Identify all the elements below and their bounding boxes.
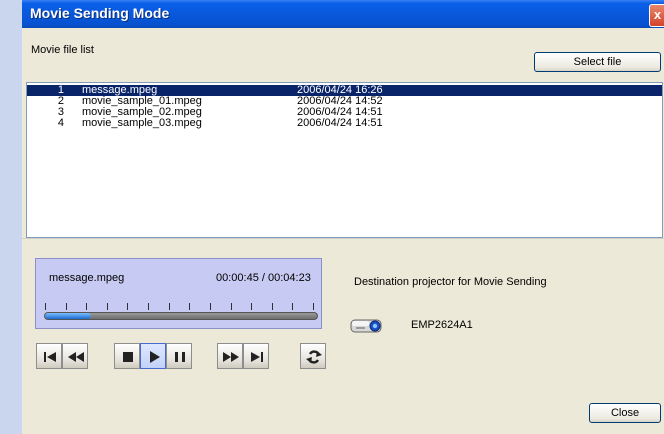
file-list-row[interactable]: 4 movie_sample_03.mpeg 2006/04/24 14:51 [27, 118, 662, 129]
projector-name: EMP2624A1 [411, 319, 473, 331]
skip-forward-icon [251, 352, 263, 362]
window-close-button[interactable]: x [649, 4, 664, 27]
close-button[interactable]: Close [589, 403, 661, 423]
timeline-tick [209, 303, 211, 310]
transport-group-playback [114, 343, 192, 369]
row-file-name: movie_sample_03.mpeg [82, 117, 202, 129]
skip-to-end-button[interactable] [243, 343, 269, 369]
repeat-button[interactable] [300, 343, 326, 369]
stop-icon [123, 352, 133, 362]
timeline-tick [230, 303, 232, 310]
row-date: 2006/04/24 14:51 [297, 117, 383, 129]
timeline-tick [106, 303, 108, 310]
skip-to-start-button[interactable] [36, 343, 62, 369]
timeline-tick [189, 303, 191, 310]
transport-group-repeat [300, 343, 326, 369]
timeline-tick [148, 303, 150, 310]
rewind-button[interactable] [62, 343, 88, 369]
movie-file-list[interactable]: 1 message.mpeg 2006/04/24 16:26 2 movie_samp… [26, 82, 663, 238]
timeline-tick [65, 303, 67, 310]
repeat-icon [306, 350, 322, 364]
timeline-tick [168, 303, 170, 310]
fast-forward-icon [223, 352, 239, 362]
fast-forward-button[interactable] [217, 343, 243, 369]
timeline-tick [45, 303, 46, 310]
skip-back-icon [44, 352, 56, 362]
pause-button[interactable] [166, 343, 192, 369]
dialog-client: Movie file list Select file 1 message.mpe… [22, 28, 664, 434]
row-number: 4 [57, 117, 64, 129]
timeline-tick [271, 303, 273, 310]
rewind-icon [68, 352, 84, 362]
seek-bar[interactable] [44, 312, 318, 320]
play-button[interactable] [140, 343, 166, 369]
timeline-tick [292, 303, 294, 310]
projector-icon [350, 317, 384, 335]
timeline-tick [127, 303, 129, 310]
pause-icon [175, 352, 185, 362]
transport-group-seek-back [36, 343, 88, 369]
timeline-tick [86, 303, 88, 310]
movie-file-list-label: Movie file list [31, 44, 94, 56]
select-file-button[interactable]: Select file [534, 52, 661, 72]
window-title: Movie Sending Mode [30, 5, 170, 21]
player-display: message.mpeg 00:00:45 / 00:04:23 [35, 258, 322, 329]
playback-time: 00:00:45 / 00:04:23 [216, 272, 311, 284]
title-bar[interactable]: Movie Sending Mode x [22, 0, 664, 28]
transport-group-seek-forward [217, 343, 269, 369]
timeline-ticks [45, 303, 314, 310]
stop-button[interactable] [114, 343, 140, 369]
timeline-tick [251, 303, 253, 310]
destination-label: Destination projector for Movie Sending [354, 276, 547, 288]
movie-sending-window: Movie Sending Mode x Movie file list Sel… [22, 0, 664, 434]
timeline-tick [313, 303, 314, 310]
seek-bar-progress [45, 313, 92, 319]
current-file-name: message.mpeg [49, 272, 125, 284]
play-icon [150, 351, 160, 363]
